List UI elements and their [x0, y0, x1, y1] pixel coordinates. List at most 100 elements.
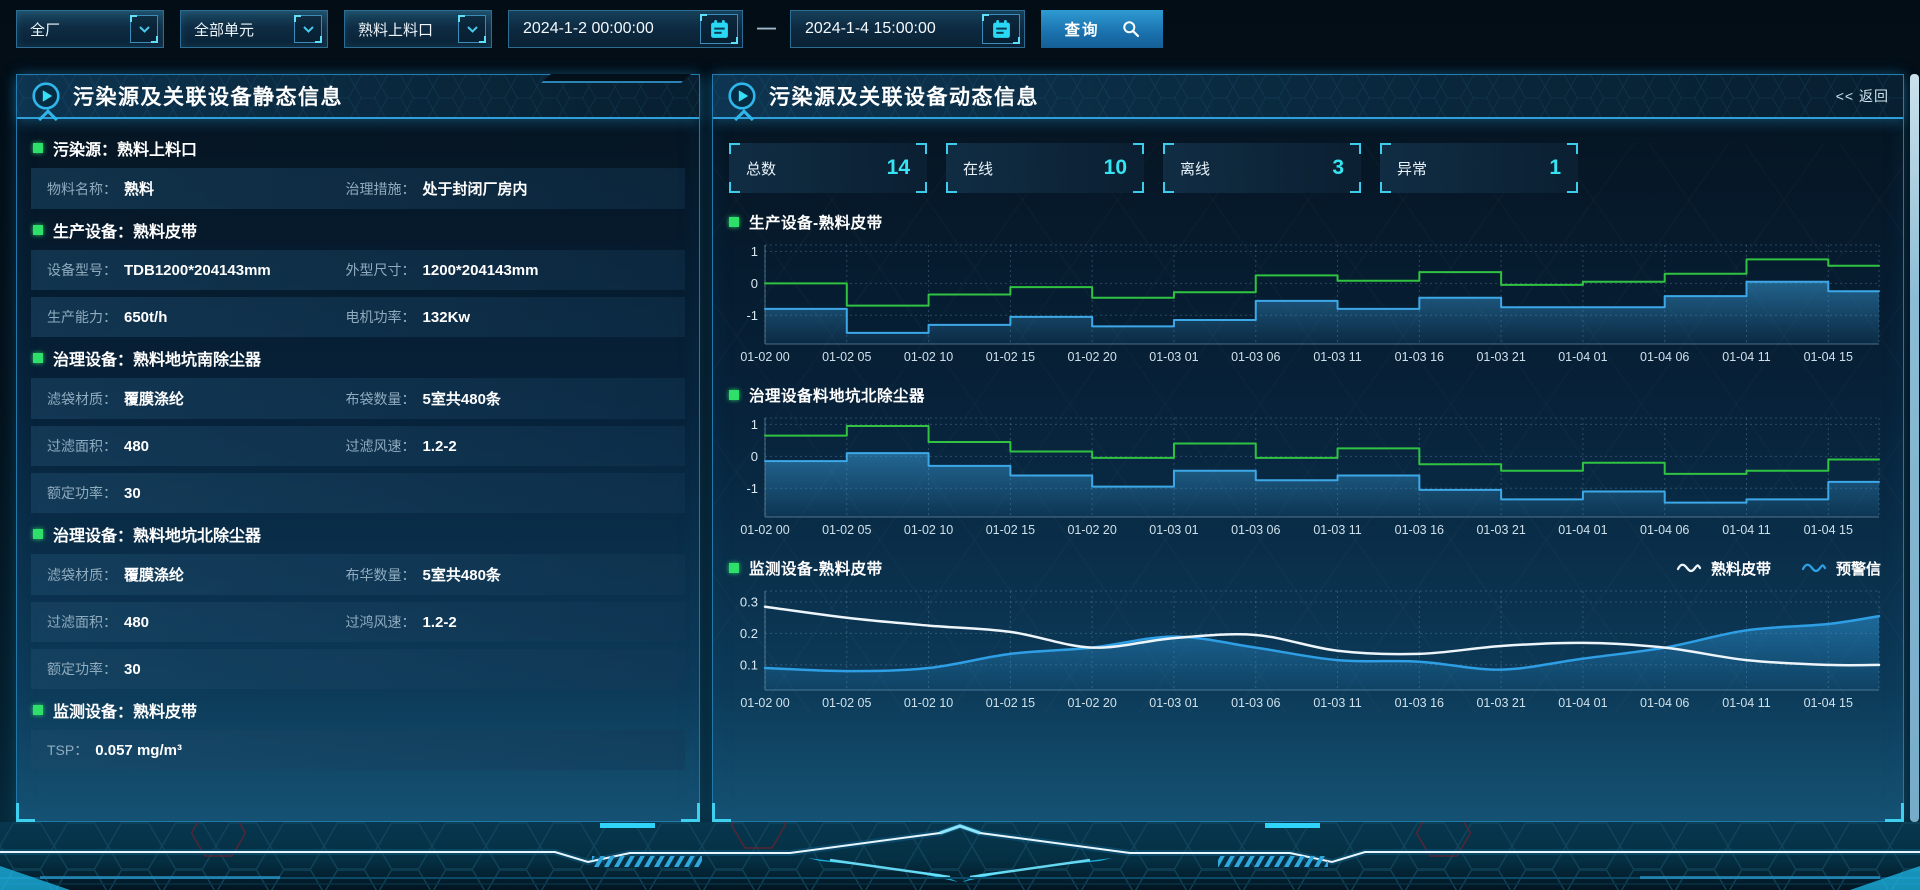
chart-legend: 熟料皮带 预警信: [1676, 558, 1887, 579]
info-cell: 外型尺寸：1200*204143mm: [346, 260, 669, 280]
info-value: 覆膜涤纶: [124, 564, 184, 585]
svg-text:01-02 15: 01-02 15: [986, 350, 1035, 364]
stat-box: 离线 3: [1163, 143, 1361, 193]
info-cell: 滤袋材质： 覆膜涤纶: [47, 564, 346, 585]
back-link[interactable]: << 返回: [1836, 86, 1889, 106]
section-heading-label: 监测设备：熟料皮带: [53, 698, 197, 722]
green-square-bullet: [33, 529, 43, 539]
svg-text:01-03 16: 01-03 16: [1395, 696, 1444, 710]
svg-text:01-03 01: 01-03 01: [1149, 696, 1198, 710]
svg-text:01-04 01: 01-04 01: [1558, 523, 1607, 537]
info-value: 132Kw: [423, 309, 471, 326]
section-heading-label: 治理设备：熟料地坑南除尘器: [53, 346, 261, 370]
chevron-down-icon[interactable]: [294, 15, 322, 43]
unit-select[interactable]: 全部单元: [180, 10, 328, 48]
green-square-bullet: [33, 143, 43, 153]
info-row: 额定功率：30: [31, 649, 685, 689]
svg-text:-1: -1: [746, 481, 758, 496]
info-cell: 物料名称：熟料: [47, 178, 346, 199]
chart-title: 生产设备-熟料皮带: [749, 211, 883, 233]
stat-label: 离线: [1180, 158, 1210, 179]
svg-text:01-02 05: 01-02 05: [822, 350, 871, 364]
info-value: 5室共480条: [423, 564, 501, 585]
chevron-down-icon[interactable]: [130, 15, 158, 43]
static-panel-title: 污染源及关联设备静态信息: [73, 81, 343, 111]
info-label: 电机功率：: [346, 307, 416, 327]
info-label: 过滤面积：: [47, 612, 117, 632]
wavy-line-icon: [1801, 562, 1827, 574]
legend-label: 熟料皮带: [1711, 558, 1771, 579]
source-select[interactable]: 熟料上料口: [344, 10, 492, 48]
chart-header: 生产设备-熟料皮带: [729, 209, 1887, 235]
svg-text:01-02 05: 01-02 05: [822, 523, 871, 537]
chart-header: 监测设备-熟料皮带熟料皮带预警信: [729, 555, 1887, 581]
end-date-input[interactable]: 2024-1-4 15:00:00: [790, 10, 1025, 48]
info-label: 外型尺寸：: [346, 260, 416, 280]
info-row: 过滤面积：480过滤风速： 1.2-2: [31, 426, 685, 466]
svg-text:01-02 10: 01-02 10: [904, 523, 953, 537]
info-label: 过滤风速：: [346, 436, 416, 456]
info-row: 滤袋材质：覆膜涤纶布袋数量：5室共480条: [31, 378, 685, 419]
play-icon: [727, 81, 757, 111]
info-cell: 布袋数量：5室共480条: [346, 388, 669, 409]
svg-text:01-03 21: 01-03 21: [1476, 696, 1525, 710]
svg-text:01-03 11: 01-03 11: [1313, 523, 1361, 537]
info-cell: 滤袋材质：覆膜涤纶: [47, 388, 346, 409]
info-value: 1.2-2: [423, 438, 457, 455]
start-date-input[interactable]: 2024-1-2 00:00:00: [508, 10, 743, 48]
header-notch-decoration: [541, 74, 691, 83]
static-info-list: 污染源：熟料上料口物料名称：熟料治理措施：处于封闭厂房内生产设备：熟料皮带设备型…: [17, 119, 699, 785]
info-value: 处于封闭厂房内: [423, 178, 528, 199]
legend-item[interactable]: 熟料皮带: [1676, 558, 1771, 579]
info-value: 650t/h: [124, 309, 167, 326]
info-label: 滤袋材质：: [47, 389, 117, 409]
search-icon: [1122, 20, 1140, 38]
section-heading: 污染源：熟料上料口: [33, 136, 683, 160]
info-value: 5室共480条: [423, 388, 501, 409]
info-label: 滤袋材质：: [47, 565, 117, 585]
info-value: 1.2-2: [423, 614, 457, 631]
charts-area: 生产设备-熟料皮带 10-101-02 0001-02 0501-02 1001…: [729, 209, 1887, 712]
svg-text:01-04 11: 01-04 11: [1722, 523, 1770, 537]
info-label: 过滤面积：: [47, 436, 117, 456]
info-cell: 过滤面积：480: [47, 436, 346, 456]
query-button[interactable]: 查询: [1041, 10, 1163, 48]
info-cell: TSP：0.057 mg/m³: [47, 740, 346, 760]
footer-decoration: [0, 822, 1920, 890]
chevron-down-icon[interactable]: [458, 15, 486, 43]
stat-value: 3: [1332, 156, 1344, 180]
info-label: 过鸿风速：: [346, 612, 416, 632]
info-label: 设备型号：: [47, 260, 117, 280]
svg-text:01-02 00: 01-02 00: [740, 350, 789, 364]
svg-text:01-04 15: 01-04 15: [1804, 696, 1853, 710]
green-square-bullet: [33, 705, 43, 715]
main-content: 污染源及关联设备静态信息 污染源：熟料上料口物料名称：熟料治理措施：处于封闭厂房…: [16, 74, 1904, 822]
legend-label: 预警信: [1836, 558, 1881, 579]
svg-text:01-02 10: 01-02 10: [904, 350, 953, 364]
chart-block: 生产设备-熟料皮带 10-101-02 0001-02 0501-02 1001…: [729, 209, 1887, 366]
svg-text:1: 1: [751, 244, 758, 259]
svg-text:01-04 06: 01-04 06: [1640, 696, 1689, 710]
play-icon: [31, 81, 61, 111]
calendar-icon[interactable]: [700, 14, 738, 44]
stat-box: 异常 1: [1380, 143, 1578, 193]
plant-select[interactable]: 全厂: [16, 10, 164, 48]
toolbar: 全厂 全部单元 熟料上料口 2024-1-2 00:00:00 — 2024-1…: [16, 10, 1163, 48]
static-panel-header: 污染源及关联设备静态信息: [17, 75, 699, 119]
svg-text:01-02 15: 01-02 15: [986, 523, 1035, 537]
svg-text:01-03 21: 01-03 21: [1476, 523, 1525, 537]
info-cell: 额定功率：30: [47, 659, 346, 679]
svg-text:-1: -1: [746, 308, 758, 323]
info-value: 30: [124, 485, 141, 502]
info-label: 额定功率：: [47, 659, 117, 679]
scrollbar[interactable]: [1910, 74, 1919, 822]
calendar-icon[interactable]: [982, 14, 1020, 44]
info-label: 生产能力：: [47, 307, 117, 327]
info-cell: 设备型号：TDB1200*204143mm: [47, 260, 346, 280]
dynamic-info-panel: 污染源及关联设备动态信息 << 返回 总数 14 在线 10 离线 3 异常 1…: [712, 74, 1904, 822]
section-heading-label: 治理设备：熟料地坑北除尘器: [53, 522, 261, 546]
chart-block: 监测设备-熟料皮带熟料皮带预警信 0.30.20.101-02 0001-02 …: [729, 555, 1887, 712]
section-heading-label: 污染源：熟料上料口: [53, 136, 197, 160]
info-row: 设备型号：TDB1200*204143mm外型尺寸：1200*204143mm: [31, 250, 685, 290]
legend-item[interactable]: 预警信: [1801, 558, 1881, 579]
